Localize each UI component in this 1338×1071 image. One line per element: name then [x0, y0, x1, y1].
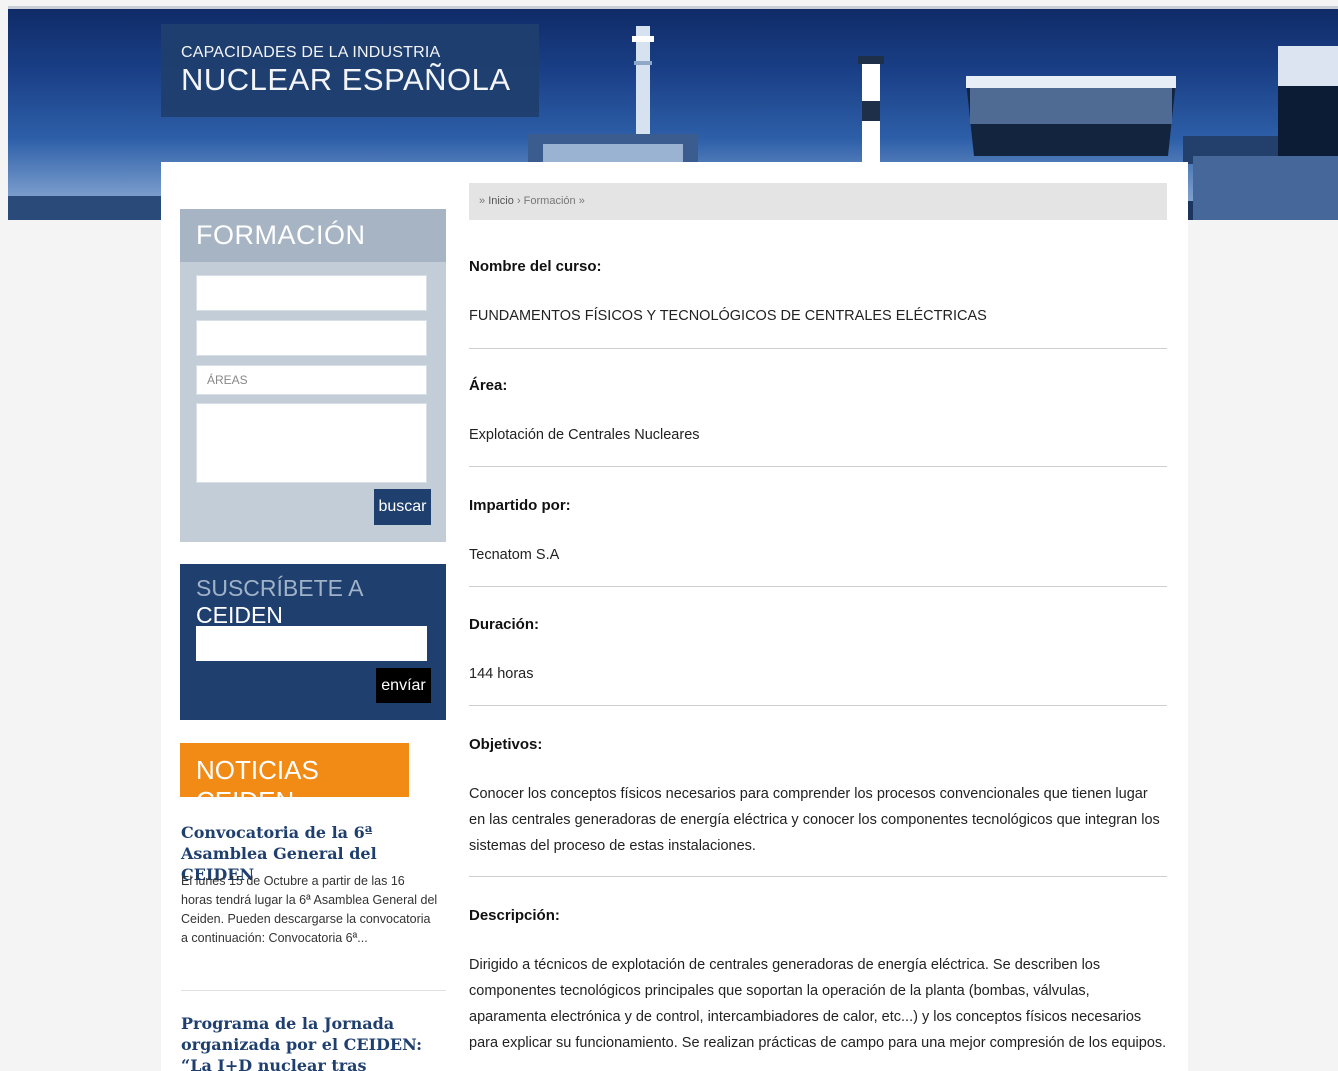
area-label: Área:: [469, 377, 508, 394]
news-item-title[interactable]: Programa de la Jornada organizada por el…: [181, 1013, 443, 1071]
email-field[interactable]: [196, 626, 427, 661]
subscribe-heading: SUSCRÍBETE A CEIDEN: [196, 575, 446, 629]
breadcrumb-home-link[interactable]: Inicio: [488, 195, 514, 207]
buscar-button[interactable]: buscar: [374, 489, 431, 525]
site-title-small: CAPACIDADES DE LA INDUSTRIA: [181, 44, 441, 61]
search-input-2[interactable]: [196, 320, 427, 356]
news-item-excerpt: El lunes 15 de Octubre a partir de las 1…: [181, 874, 438, 945]
breadcrumb-suffix: »: [578, 195, 585, 207]
area-value: Explotación de Centrales Nucleares: [469, 427, 700, 443]
breadcrumb-separator: ›: [516, 195, 521, 207]
breadcrumb-prefix: »: [479, 195, 486, 207]
objectives-label: Objetivos:: [469, 736, 543, 753]
duration-label: Duración:: [469, 616, 540, 633]
duration-value: 144 horas: [469, 666, 534, 682]
news-divider: [181, 990, 446, 991]
provider-label: Impartido por:: [469, 497, 571, 514]
objectives-value: Conocer los conceptos físicos necesarios…: [469, 786, 1160, 854]
section-divider: [469, 466, 1167, 467]
section-divider: [469, 705, 1167, 706]
subscribe-heading-prefix: SUSCRÍBETE A: [196, 575, 363, 601]
course-name-label: Nombre del curso:: [469, 258, 602, 275]
description-value: Dirigido a técnicos de explotación de ce…: [469, 957, 1167, 1051]
subscribe-box: SUSCRÍBETE A CEIDEN envíar: [180, 564, 446, 720]
section-divider: [469, 348, 1167, 349]
formacion-heading: FORMACIÓN: [180, 209, 446, 262]
site-title-big: NUCLEAR ESPAÑOLA: [181, 62, 511, 97]
areas-select[interactable]: ÁREAS: [196, 365, 427, 395]
breadcrumb: » Inicio › Formación »: [469, 183, 1167, 220]
formacion-search-box: FORMACIÓN ÁREAS buscar: [180, 209, 446, 542]
news-heading: NOTICIAS CEIDEN: [180, 743, 409, 816]
enviar-button[interactable]: envíar: [376, 668, 431, 703]
site-title-box[interactable]: CAPACIDADES DE LA INDUSTRIA NUCLEAR ESPA…: [161, 24, 539, 117]
provider-value: Tecnatom S.A: [469, 547, 560, 563]
section-divider: [469, 586, 1167, 587]
subscribe-heading-brand: CEIDEN: [196, 602, 283, 628]
description-label: Descripción:: [469, 907, 560, 924]
areas-list[interactable]: [196, 403, 427, 483]
course-name-value: FUNDAMENTOS FÍSICOS Y TECNOLÓGICOS DE CE…: [469, 308, 987, 324]
search-input-1[interactable]: [196, 275, 427, 311]
breadcrumb-current: Formación: [523, 195, 576, 207]
section-divider: [469, 876, 1167, 877]
